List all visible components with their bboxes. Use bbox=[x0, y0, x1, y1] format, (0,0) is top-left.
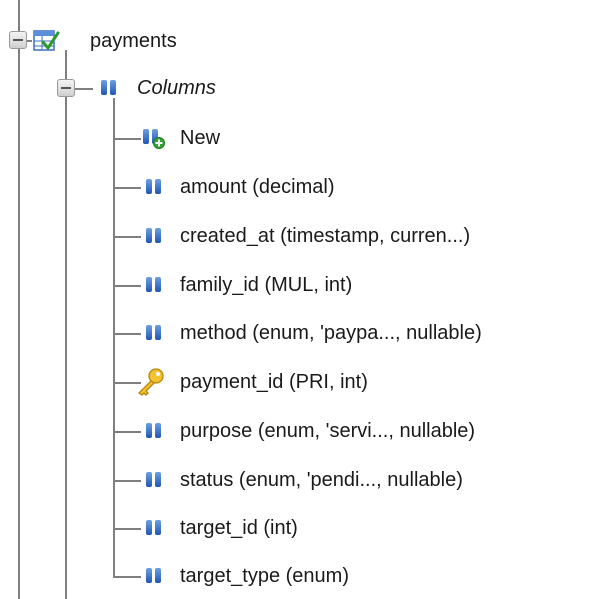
column-item-status[interactable]: status (enum, 'pendi..., nullable) bbox=[180, 468, 463, 492]
column-icon bbox=[143, 277, 163, 293]
primary-key-icon bbox=[138, 368, 164, 396]
column-item-family-id[interactable]: family_id (MUL, int) bbox=[180, 273, 352, 297]
column-icon bbox=[143, 472, 163, 488]
column-icon bbox=[143, 228, 163, 244]
column-item-target-id[interactable]: target_id (int) bbox=[180, 516, 298, 540]
collapse-toggle-columns[interactable] bbox=[57, 79, 75, 97]
column-item-created-at[interactable]: created_at (timestamp, curren...) bbox=[180, 224, 470, 248]
table-icon[interactable] bbox=[32, 27, 60, 53]
tree-line bbox=[113, 431, 141, 433]
tree-line bbox=[113, 187, 141, 189]
column-icon bbox=[143, 179, 163, 195]
tree-line bbox=[113, 576, 141, 578]
column-icon bbox=[143, 568, 163, 584]
table-name[interactable]: payments bbox=[90, 29, 177, 53]
column-icon bbox=[143, 520, 163, 536]
navigation-tree: payments Columns New amount (decimal) cr… bbox=[0, 0, 598, 599]
tree-line bbox=[113, 480, 141, 482]
tree-line bbox=[65, 50, 67, 599]
tree-line bbox=[113, 98, 115, 576]
tree-line bbox=[113, 333, 141, 335]
tree-line bbox=[113, 236, 141, 238]
tree-line bbox=[113, 138, 141, 140]
tree-line bbox=[113, 285, 141, 287]
column-item-payment-id[interactable]: payment_id (PRI, int) bbox=[180, 370, 368, 394]
column-icon bbox=[143, 325, 163, 341]
column-item-purpose[interactable]: purpose (enum, 'servi..., nullable) bbox=[180, 419, 475, 443]
columns-folder-icon bbox=[98, 80, 118, 96]
column-item-amount[interactable]: amount (decimal) bbox=[180, 175, 335, 199]
collapse-toggle-table[interactable] bbox=[9, 31, 27, 49]
column-icon bbox=[143, 423, 163, 439]
new-column-link[interactable]: New bbox=[180, 126, 220, 150]
tree-line bbox=[18, 0, 20, 599]
new-column-icon bbox=[141, 128, 165, 150]
column-item-method[interactable]: method (enum, 'paypa..., nullable) bbox=[180, 321, 482, 345]
column-item-target-type[interactable]: target_type (enum) bbox=[180, 564, 349, 588]
columns-label[interactable]: Columns bbox=[137, 76, 216, 100]
tree-line bbox=[113, 528, 141, 530]
